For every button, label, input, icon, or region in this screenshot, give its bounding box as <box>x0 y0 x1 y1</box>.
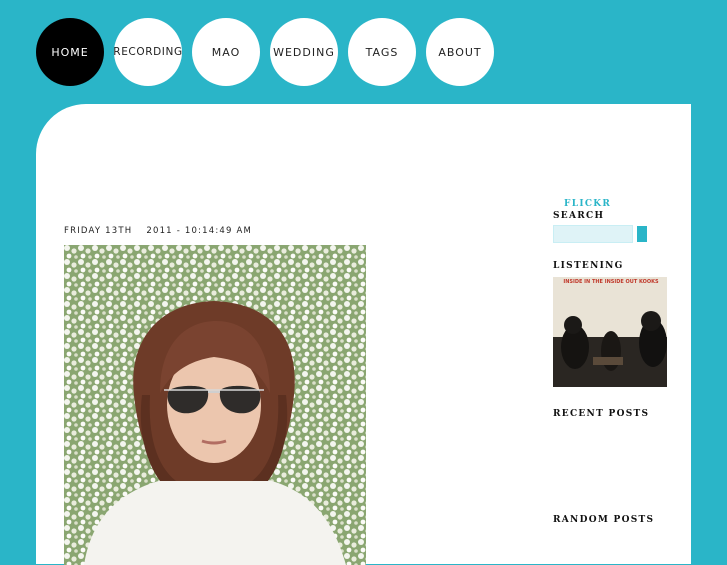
listening-heading: LISTENING <box>553 261 624 271</box>
album-cover[interactable]: INSIDE IN THE INSIDE OUT KOOKS <box>553 277 667 387</box>
album-title-text: INSIDE IN THE INSIDE OUT KOOKS <box>563 279 659 285</box>
search-row <box>553 225 671 243</box>
nav-about[interactable]: ABOUT <box>426 18 494 86</box>
content-card: FRIDAY 13TH 2011 - 10:14:49 AM FLICKR SE… <box>36 104 691 565</box>
post-time: 2011 - 10:14:49 AM <box>146 226 253 236</box>
main-nav: HOME RECORDING MAO WEDDING TAGS ABOUT <box>36 18 494 86</box>
post-date: FRIDAY 13TH 2011 - 10:14:49 AM <box>64 226 252 236</box>
flickr-link[interactable]: FLICKR <box>564 199 671 209</box>
search-input[interactable] <box>553 225 633 243</box>
nav-mao[interactable]: MAO <box>192 18 260 86</box>
nav-tags[interactable]: TAGS <box>348 18 416 86</box>
album-art-image <box>553 277 667 387</box>
sidebar: FLICKR SEARCH LISTENING INSIDE IN THE IN… <box>553 199 671 525</box>
post-day: FRIDAY 13TH <box>64 226 133 236</box>
portrait-photo <box>64 245 366 565</box>
search-heading: SEARCH <box>553 211 605 221</box>
recent-posts-heading: RECENT POSTS <box>553 409 650 419</box>
random-posts-heading: RANDOM POSTS <box>553 515 655 525</box>
nav-wedding[interactable]: WEDDING <box>270 18 338 86</box>
post-photo <box>64 245 366 565</box>
nav-recording[interactable]: RECORDING <box>113 18 182 86</box>
nav-home[interactable]: HOME <box>36 18 104 86</box>
search-button[interactable] <box>637 226 647 242</box>
